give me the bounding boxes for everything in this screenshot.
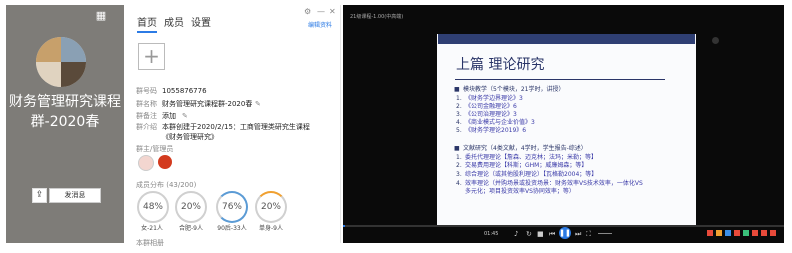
member-distribution-label: 成员分布 (43/200) <box>136 181 197 189</box>
volume-slider[interactable] <box>598 233 612 234</box>
group-intro-value: 本群创建于2020/2/15：工商管理类研究生课程《财务管理研究》 <box>162 123 310 141</box>
edit-name-icon[interactable]: ✎ <box>255 99 261 109</box>
slide-item: 委托代理理论【詹森、迈克林；法玛；米勒；等】 <box>465 154 598 161</box>
group-remark-value[interactable]: 添加 <box>162 111 342 121</box>
distribution-circle-gender: 48% <box>137 191 169 223</box>
previous-icon[interactable]: ⏮ <box>549 229 555 239</box>
slide-item: 多元化；项目投资效率VS协同效率；等） <box>465 188 575 195</box>
next-icon[interactable]: ⏭ <box>575 229 581 239</box>
admin-avatar[interactable] <box>158 155 172 169</box>
slide-item-number: 3. <box>456 171 462 178</box>
slide-item: 综合理论（或其他股利理论）【瓦格勒2004；等】 <box>465 171 598 178</box>
slide-divider <box>455 79 665 80</box>
loop-icon[interactable]: ↻ <box>526 229 532 239</box>
slide-item-number: 5. <box>456 127 462 134</box>
distribution-circle-city: 20% <box>175 191 207 223</box>
slide-item: 效率理论（并购场景或投资场景：财务效率VS技术效率，一体化VS <box>465 180 643 187</box>
camera-icon <box>712 37 719 44</box>
add-photo-button[interactable]: + <box>138 43 165 70</box>
slide-item-number: 3. <box>456 111 462 118</box>
slide-item-number: 4. <box>456 180 462 187</box>
qr-code-icon[interactable]: ▦ <box>95 10 107 22</box>
slide-item: 《公司治理理论》3 <box>465 111 517 118</box>
tray-icon[interactable] <box>770 230 776 236</box>
distribution-label-gender: 女-21人 <box>141 225 163 232</box>
slide-header-bar <box>438 34 695 44</box>
video-progress-fill <box>343 225 345 227</box>
edit-profile-link[interactable]: 编辑资料 <box>308 22 332 30</box>
slide-item: 《财务学边界理论》3 <box>465 95 523 102</box>
pause-button[interactable]: ❚❚ <box>559 227 571 239</box>
group-name-value: 财务管理研究课程群-2020春 <box>162 100 253 108</box>
slide-item-number: 4. <box>456 119 462 126</box>
tray-icon[interactable] <box>734 230 740 236</box>
settings-icon[interactable]: ⚙ <box>304 7 311 17</box>
album-label: 本群相册 <box>136 239 164 247</box>
slide-title: 上篇 理论研究 <box>456 57 545 73</box>
video-time: 01:45 <box>484 231 499 237</box>
admin-avatar[interactable] <box>138 155 154 171</box>
slide-bullet-marker: ■ <box>454 145 460 152</box>
tray-icon[interactable] <box>743 230 749 236</box>
distribution-circle-status: 20% <box>255 191 287 223</box>
fullscreen-icon[interactable]: ⛶ <box>586 229 591 239</box>
minimize-icon[interactable]: — <box>317 7 325 17</box>
avatar-quadrant <box>61 62 86 87</box>
avatar-quadrant <box>36 37 61 62</box>
volume-icon[interactable]: ♪ <box>514 229 518 239</box>
tab-settings[interactable]: 设置 <box>191 17 211 31</box>
close-icon[interactable]: ✕ <box>329 7 336 17</box>
distribution-label-city: 合肥-9人 <box>179 225 203 232</box>
send-message-button[interactable]: 发消息 <box>49 188 101 203</box>
tray-icon[interactable] <box>761 230 767 236</box>
tray-icon[interactable] <box>707 230 713 236</box>
distribution-label-status: 单身-9人 <box>259 225 283 232</box>
video-title: 21级课程-1.00(中高端) <box>350 14 404 20</box>
slide-item-number: 2. <box>456 162 462 169</box>
tray-icon[interactable] <box>716 230 722 236</box>
tray-icon[interactable] <box>752 230 758 236</box>
distribution-label-age: 90后-33人 <box>217 225 247 232</box>
slide-item-number: 2. <box>456 103 462 110</box>
group-avatar <box>36 37 86 87</box>
slide-item-number: 1. <box>456 154 462 161</box>
slide-bullet-modules: 模块教学（5个模块，21学时，讲授） <box>463 86 565 93</box>
slide-bullet-marker: ■ <box>454 86 460 93</box>
admins-label: 群主/管理员 <box>136 145 174 153</box>
tray-icon[interactable] <box>725 230 731 236</box>
group-title: 财务管理研究课程群-2020春 <box>9 94 121 130</box>
group-number: 1055876776 <box>162 87 207 95</box>
tab-members[interactable]: 成员 <box>164 17 184 31</box>
avatar-quadrant <box>36 62 61 87</box>
edit-remark-icon[interactable]: ✎ <box>182 111 188 121</box>
stop-icon[interactable]: ■ <box>537 229 544 239</box>
slide-item: 《公司金融理论》6 <box>465 103 517 110</box>
slide-item: 《商业模式与企业价值》3 <box>465 119 535 126</box>
slide-bullet-literature: 文献研究（4类文献，4学时，学生报告-综述） <box>463 145 587 152</box>
slide-item: 《财务学理论2019》6 <box>465 127 527 134</box>
share-icon[interactable]: ⇪ <box>32 188 47 203</box>
slide-item-number: 1. <box>456 95 462 102</box>
avatar-quadrant <box>61 37 86 62</box>
distribution-circle-age: 76% <box>216 191 248 223</box>
slide-item: 交易费用理论【科斯；GHM；威廉姆森；等】 <box>465 162 588 169</box>
tab-home[interactable]: 首页 <box>137 17 157 33</box>
